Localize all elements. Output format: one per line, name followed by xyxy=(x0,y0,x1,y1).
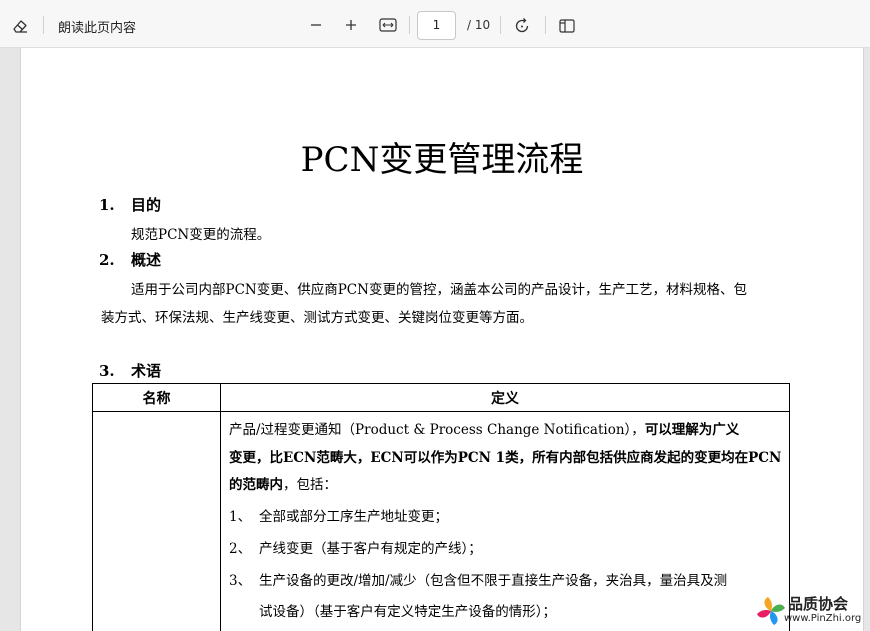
overview-text-line: 适用于公司内部PCN变更、供应商PCN变更的管控，涵盖本公司的产品设计，生产工艺… xyxy=(131,282,747,298)
table-row: 产品/过程变更通知（Product & Process Change Notif… xyxy=(92,411,790,631)
list-number: 2、 xyxy=(229,541,252,557)
section-title: 术语 xyxy=(131,362,162,380)
definition-line: 产品/过程变更通知（Product & Process Change Notif… xyxy=(229,418,739,438)
page-number-input[interactable]: 1 xyxy=(417,11,456,40)
plus-icon xyxy=(346,20,356,30)
definition-bold-text: 可以理解为广义 xyxy=(644,422,740,438)
column-header-definition: 定义 xyxy=(220,383,790,412)
purpose-text: 规范PCN变更的流程。 xyxy=(131,227,271,243)
toolbar-divider xyxy=(409,16,410,34)
rotate-button[interactable] xyxy=(510,14,534,38)
toolbar-divider xyxy=(43,16,44,34)
term-name-cell xyxy=(92,411,221,631)
definition-text: ，包括： xyxy=(283,477,337,493)
section-number: 2. xyxy=(99,251,115,269)
zoom-in-button[interactable] xyxy=(340,14,362,36)
eraser-icon xyxy=(13,20,27,33)
list-text: 全部或部分工序生产地址变更； xyxy=(259,509,448,525)
fit-width-button[interactable] xyxy=(377,14,399,36)
section-title: 概述 xyxy=(131,251,162,269)
list-item-continuation: 试设备）（基于客户有定义特定生产设备的情形）； xyxy=(259,604,556,620)
section-heading-purpose: 1. 目的 xyxy=(99,194,161,215)
list-item: 1、 全部或部分工序生产地址变更； xyxy=(229,505,448,525)
table-header-row: 名称 定义 xyxy=(92,383,790,412)
watermark: 品质协会 www.PinZhi.org xyxy=(752,590,870,631)
section-heading-overview: 2. 概述 xyxy=(99,249,161,270)
list-text: 生产设备的更改/增加/减少（包含但不限于直接生产设备，夹治具，量治具及测 xyxy=(259,573,728,589)
terms-table: 名称 定义 产品/过程变更通知（Product & Process Change… xyxy=(92,383,790,631)
list-item: 3、 生产设备的更改/增加/减少（包含但不限于直接生产设备，夹治具，量治具及测 xyxy=(229,569,727,589)
section-number: 3. xyxy=(99,362,115,380)
zoom-out-button[interactable] xyxy=(305,14,327,36)
definition-bold-text: 的范畴内 xyxy=(229,477,283,493)
section-heading-terms: 3. 术语 xyxy=(99,360,161,381)
list-text: 产线变更（基于客户有规定的产线）； xyxy=(259,541,482,557)
document-title: PCN变更管理流程 xyxy=(300,140,584,180)
definition-text: 产品/过程变更通知（Product & Process Change Notif… xyxy=(229,422,645,438)
pinwheel-logo-icon xyxy=(757,597,785,625)
list-number: 1、 xyxy=(229,509,252,525)
toolbar-divider xyxy=(500,16,501,34)
rotate-icon xyxy=(515,18,529,33)
definition-line: 变更，比ECN范畴大，ECN可以作为PCN 1类，所有内部包括供应商发起的变更均… xyxy=(229,450,782,466)
page-total-label: / 10 xyxy=(467,18,491,32)
term-definition-cell: 产品/过程变更通知（Product & Process Change Notif… xyxy=(220,411,790,631)
watermark-url: www.PinZhi.org xyxy=(784,613,862,624)
column-header-name: 名称 xyxy=(92,383,221,412)
list-number: 3、 xyxy=(229,573,252,589)
minus-icon xyxy=(311,24,321,26)
pdf-toolbar: 朗读此页内容 1 / 10 xyxy=(0,0,870,48)
section-title: 目的 xyxy=(131,196,162,214)
eraser-button[interactable] xyxy=(8,14,32,38)
list-item: 2、 产线变更（基于客户有规定的产线）； xyxy=(229,537,482,557)
read-aloud-button[interactable]: 朗读此页内容 xyxy=(58,17,136,36)
page-view-button[interactable] xyxy=(555,14,579,38)
toolbar-divider xyxy=(545,16,546,34)
overview-text-line: 装方式、环保法规、生产线变更、测试方式变更、关键岗位变更等方面。 xyxy=(101,310,533,326)
pdf-page: PCN变更管理流程 1. 目的 规范PCN变更的流程。 2. 概述 适用于公司内部P… xyxy=(20,48,864,631)
fit-width-icon xyxy=(379,18,397,32)
definition-line: 的范畴内，包括： xyxy=(229,473,337,493)
watermark-name: 品质协会 xyxy=(788,595,849,613)
section-number: 1. xyxy=(99,196,115,214)
page-view-icon xyxy=(559,19,575,33)
